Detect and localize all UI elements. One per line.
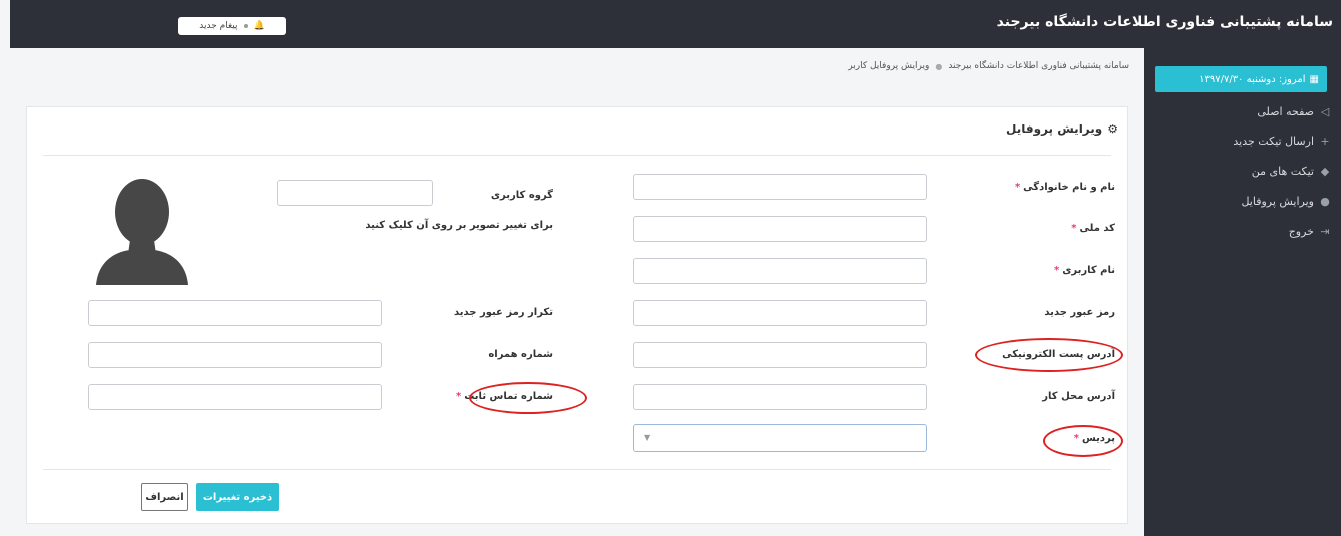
username-input[interactable] xyxy=(633,258,927,284)
caret-down-icon: ▼ xyxy=(644,433,651,442)
top-bar: سامانه پشتیبانی فناوری اطلاعات دانشگاه ب… xyxy=(10,0,1341,48)
highlight-campus xyxy=(1043,425,1123,457)
sidebar-item-label: ویرایش پروفایل xyxy=(1241,194,1314,208)
breadcrumb: سامانه پشتیبانی فناوری اطلاعات دانشگاه ب… xyxy=(848,61,1129,71)
sidebar-item-edit-profile[interactable]: ● ویرایش پروفایل xyxy=(1144,186,1341,216)
breadcrumb-current: ویرایش پروفایل کاربر xyxy=(848,61,930,71)
sidebar-item-my-tickets[interactable]: ◆ تیکت های من xyxy=(1144,156,1341,186)
confirm-password-label: تکرار رمز عبور جدید xyxy=(453,307,553,318)
highlight-phone xyxy=(469,382,587,414)
sidebar-item-new-ticket[interactable]: + ارسال تیکت جدید xyxy=(1144,126,1341,156)
cancel-button[interactable]: انصراف xyxy=(141,483,188,511)
divider xyxy=(43,469,1111,470)
confirm-password-input[interactable] xyxy=(88,300,382,326)
sidebar-item-label: ارسال تیکت جدید xyxy=(1233,134,1314,148)
avatar[interactable] xyxy=(92,170,192,285)
new-message-label: پیغام جدید xyxy=(199,21,238,31)
new-password-input[interactable] xyxy=(633,300,927,326)
app-title: سامانه پشتیبانی فناوری اطلاعات دانشگاه ب… xyxy=(996,14,1333,30)
save-button[interactable]: ذخیره تغییرات xyxy=(196,483,279,511)
page-title-text: ویرایش پروفایل xyxy=(1006,122,1103,136)
profile-panel: ⚙ ویرایش پروفایل نام و نام خانوادگی* کد … xyxy=(26,106,1128,524)
dot-icon xyxy=(243,24,248,28)
national-code-input[interactable] xyxy=(633,216,927,242)
today-date-badge: ▦ امروز: دوشنبه ۱۳۹۷/۷/۳۰ xyxy=(1155,66,1327,92)
highlight-email xyxy=(975,338,1123,372)
sidebar: ▦ امروز: دوشنبه ۱۳۹۷/۷/۳۰ ◁ صفحه اصلی + … xyxy=(1144,48,1341,536)
national-code-label: کد ملی* xyxy=(1071,223,1115,234)
send-icon: ◁ xyxy=(1320,104,1330,118)
work-address-label: آدرس محل کار xyxy=(1042,391,1115,402)
username-label: نام کاربری* xyxy=(1053,265,1115,276)
bell-icon: 🔔 xyxy=(253,21,265,31)
work-address-input[interactable] xyxy=(633,384,927,410)
user-icon: ● xyxy=(1320,194,1330,208)
user-group-label: گروه کاربری xyxy=(490,190,553,201)
today-date-label: امروز: دوشنبه ۱۳۹۷/۷/۳۰ xyxy=(1199,73,1306,85)
new-password-label: رمز عبور جدید xyxy=(1044,307,1115,318)
breadcrumb-home[interactable]: سامانه پشتیبانی فناوری اطلاعات دانشگاه ب… xyxy=(948,61,1129,71)
plus-icon: + xyxy=(1320,134,1330,148)
sidebar-item-logout[interactable]: ⇥ خروج xyxy=(1144,216,1341,246)
change-photo-hint: برای تغییر تصویر بر روی آن کلیک کنید xyxy=(365,220,553,231)
campus-select[interactable]: ▼ xyxy=(633,424,927,452)
sidebar-item-label: صفحه اصلی xyxy=(1257,104,1314,118)
calendar-icon: ▦ xyxy=(1309,73,1319,85)
user-group-input[interactable] xyxy=(277,180,433,206)
mobile-input[interactable] xyxy=(88,342,382,368)
sidebar-item-label: تیکت های من xyxy=(1251,164,1314,178)
page-title: ⚙ ویرایش پروفایل xyxy=(1006,122,1118,136)
logout-icon: ⇥ xyxy=(1320,224,1330,238)
new-message-button[interactable]: 🔔 پیغام جدید xyxy=(178,17,286,35)
email-input[interactable] xyxy=(633,342,927,368)
sidebar-item-home[interactable]: ◁ صفحه اصلی xyxy=(1144,96,1341,126)
full-name-label: نام و نام خانوادگی* xyxy=(1014,182,1115,193)
sidebar-item-label: خروج xyxy=(1288,224,1314,238)
full-name-input[interactable] xyxy=(633,174,927,200)
sidebar-nav: ◁ صفحه اصلی + ارسال تیکت جدید ◆ تیکت های… xyxy=(1144,96,1341,246)
breadcrumb-separator-icon: ● xyxy=(935,61,943,71)
mobile-label: شماره همراه xyxy=(488,349,553,360)
gear-icon: ⚙ xyxy=(1107,122,1118,136)
tag-icon: ◆ xyxy=(1320,164,1330,178)
divider xyxy=(43,155,1111,156)
phone-input[interactable] xyxy=(88,384,382,410)
